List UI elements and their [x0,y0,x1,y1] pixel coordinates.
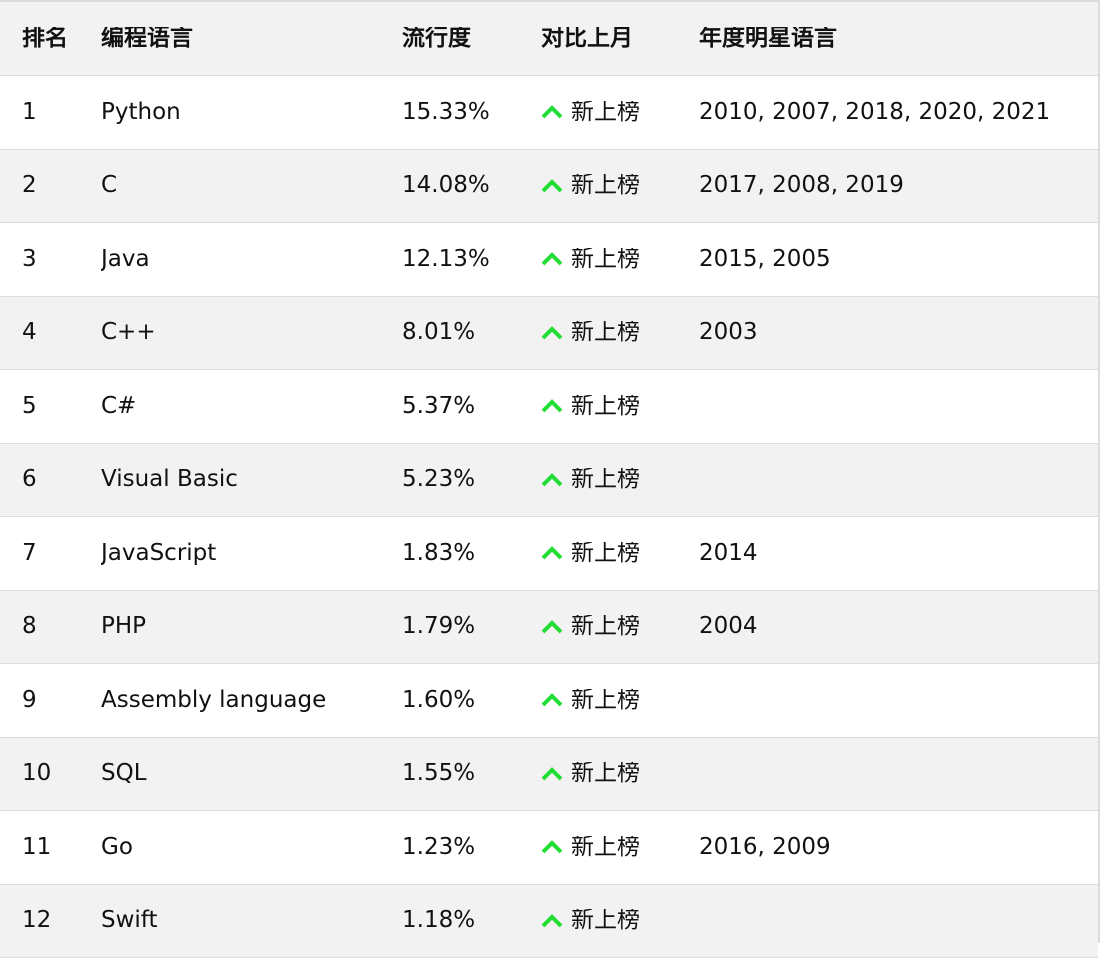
header-language: 编程语言 [101,27,402,50]
table-row: 3Java12.13% 新上榜 2015, 2005 [0,223,1098,297]
popularity-cell: 8.01% [402,321,541,344]
trend-label: 新上榜 [571,468,640,491]
trend-label: 新上榜 [571,689,640,712]
table-row: 4C++8.01% 新上榜 2003 [0,297,1098,371]
language-cell: SQL [101,762,402,785]
table-row: 1Python15.33% 新上榜 2010, 2007, 2018, 2020, … [0,76,1098,150]
trend-cell: 新上榜 [541,836,699,859]
language-cell: C++ [101,321,402,344]
table-row: 6Visual Basic5.23% 新上榜 [0,444,1098,518]
trend-cell: 新上榜 [541,248,699,271]
popularity-cell: 15.33% [402,101,541,124]
arrow-up-icon [541,252,563,266]
popularity-cell: 1.23% [402,836,541,859]
table-row: 2C14.08% 新上榜 2017, 2008, 2019 [0,150,1098,224]
star-years-cell: 2015, 2005 [699,248,1098,271]
trend-cell: 新上榜 [541,468,699,491]
trend-label: 新上榜 [571,321,640,344]
table-body: 1Python15.33% 新上榜 2010, 2007, 2018, 2020, … [0,76,1098,958]
trend-cell: 新上榜 [541,689,699,712]
arrow-up-icon [541,767,563,781]
popularity-cell: 1.83% [402,542,541,565]
rank-cell: 11 [0,836,101,859]
star-years-cell: 2016, 2009 [699,836,1098,859]
language-cell: C [101,174,402,197]
arrow-up-icon [541,326,563,340]
table-row: 10SQL1.55% 新上榜 [0,738,1098,812]
table-row: 11Go1.23% 新上榜 2016, 2009 [0,811,1098,885]
popularity-cell: 14.08% [402,174,541,197]
popularity-cell: 1.79% [402,615,541,638]
language-cell: C# [101,395,402,418]
rank-cell: 6 [0,468,101,491]
trend-cell: 新上榜 [541,615,699,638]
popularity-cell: 1.55% [402,762,541,785]
trend-cell: 新上榜 [541,909,699,932]
arrow-up-icon [541,693,563,707]
trend-cell: 新上榜 [541,174,699,197]
trend-label: 新上榜 [571,615,640,638]
table-header-row: 排名 编程语言 流行度 对比上月 年度明星语言 [0,2,1098,76]
trend-cell: 新上榜 [541,542,699,565]
star-years-cell: 2014 [699,542,1098,565]
trend-cell: 新上榜 [541,762,699,785]
language-cell: Swift [101,909,402,932]
popularity-cell: 1.60% [402,689,541,712]
arrow-up-icon [541,546,563,560]
rank-cell: 8 [0,615,101,638]
language-cell: Java [101,248,402,271]
arrow-up-icon [541,840,563,854]
trend-label: 新上榜 [571,909,640,932]
rank-cell: 4 [0,321,101,344]
star-years-cell: 2003 [699,321,1098,344]
rank-cell: 12 [0,909,101,932]
table-row: 7JavaScript1.83% 新上榜 2014 [0,517,1098,591]
header-popularity: 流行度 [402,27,541,50]
rank-cell: 2 [0,174,101,197]
language-cell: Python [101,101,402,124]
rank-cell: 1 [0,101,101,124]
arrow-up-icon [541,399,563,413]
arrow-up-icon [541,473,563,487]
trend-label: 新上榜 [571,174,640,197]
rank-cell: 3 [0,248,101,271]
trend-label: 新上榜 [571,542,640,565]
trend-label: 新上榜 [571,101,640,124]
trend-label: 新上榜 [571,836,640,859]
table-row: 8PHP1.79% 新上榜 2004 [0,591,1098,665]
arrow-up-icon [541,105,563,119]
trend-label: 新上榜 [571,395,640,418]
language-cell: Go [101,836,402,859]
header-rank: 排名 [0,27,101,50]
popularity-cell: 12.13% [402,248,541,271]
table-row: 9Assembly language1.60% 新上榜 [0,664,1098,738]
star-years-cell: 2004 [699,615,1098,638]
star-years-cell: 2010, 2007, 2018, 2020, 2021 [699,101,1098,124]
arrow-up-icon [541,179,563,193]
language-cell: Visual Basic [101,468,402,491]
ranking-table: 排名 编程语言 流行度 对比上月 年度明星语言 1Python15.33% 新上榜… [0,0,1100,943]
arrow-up-icon [541,914,563,928]
rank-cell: 9 [0,689,101,712]
language-cell: JavaScript [101,542,402,565]
table-row: 12Swift1.18% 新上榜 [0,885,1098,958]
trend-label: 新上榜 [571,248,640,271]
trend-cell: 新上榜 [541,101,699,124]
rank-cell: 10 [0,762,101,785]
language-cell: PHP [101,615,402,638]
popularity-cell: 5.37% [402,395,541,418]
language-cell: Assembly language [101,689,402,712]
trend-cell: 新上榜 [541,321,699,344]
rank-cell: 7 [0,542,101,565]
header-star-years: 年度明星语言 [699,27,1098,50]
table-row: 5C#5.37% 新上榜 [0,370,1098,444]
arrow-up-icon [541,620,563,634]
header-vs-last-month: 对比上月 [541,27,699,50]
star-years-cell: 2017, 2008, 2019 [699,174,1098,197]
rank-cell: 5 [0,395,101,418]
trend-label: 新上榜 [571,762,640,785]
popularity-cell: 1.18% [402,909,541,932]
popularity-cell: 5.23% [402,468,541,491]
trend-cell: 新上榜 [541,395,699,418]
